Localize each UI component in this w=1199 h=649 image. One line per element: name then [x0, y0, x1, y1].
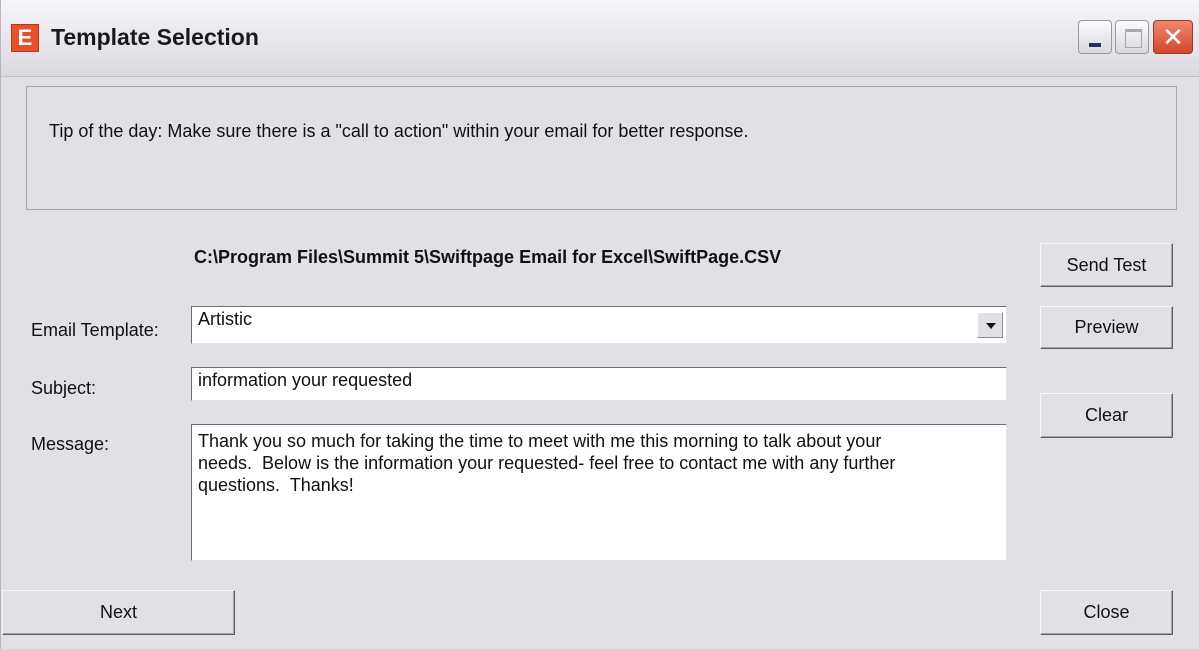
- message-textarea[interactable]: Thank you so much for taking the time to…: [191, 424, 1007, 561]
- template-selection-window: E Template Selection ✕ Tip of the day: M…: [0, 0, 1199, 649]
- subject-value: information your requested: [198, 370, 413, 390]
- minimize-icon: [1089, 43, 1101, 47]
- send-test-button[interactable]: Send Test: [1040, 243, 1173, 287]
- email-template-label: Email Template:: [31, 320, 159, 340]
- subject-label: Subject:: [31, 378, 97, 398]
- email-template-select[interactable]: Artistic: [191, 306, 1007, 344]
- clear-button[interactable]: Clear: [1040, 393, 1173, 438]
- close-icon: ✕: [1162, 22, 1184, 52]
- minimize-button[interactable]: [1078, 20, 1112, 54]
- app-icon: E: [11, 24, 39, 52]
- title-bar[interactable]: E Template Selection ✕: [1, 0, 1199, 77]
- maximize-button[interactable]: [1115, 20, 1149, 54]
- close-window-button[interactable]: ✕: [1153, 20, 1193, 54]
- email-template-value: Artistic: [198, 309, 252, 329]
- tip-panel: Tip of the day: Make sure there is a "ca…: [26, 86, 1177, 210]
- next-button[interactable]: Next: [2, 590, 235, 635]
- file-path-label: C:\Program Files\Summit 5\Swiftpage Emai…: [194, 247, 782, 267]
- tip-of-the-day-text: Tip of the day: Make sure there is a "ca…: [49, 121, 749, 141]
- window-title: Template Selection: [51, 24, 259, 50]
- message-label: Message:: [31, 434, 110, 454]
- maximize-icon: [1125, 29, 1142, 48]
- preview-button[interactable]: Preview: [1040, 306, 1173, 349]
- close-button[interactable]: Close: [1040, 590, 1173, 635]
- subject-input[interactable]: information your requested: [191, 367, 1007, 401]
- dropdown-arrow-icon[interactable]: [977, 312, 1003, 338]
